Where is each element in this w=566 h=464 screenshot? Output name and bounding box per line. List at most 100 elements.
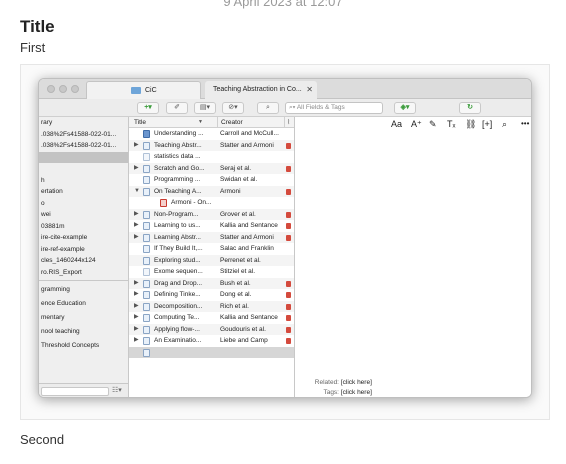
item-row[interactable]: ▶ Applying flow-... Goudouris et al. <box>129 323 294 336</box>
collection-item[interactable]: ire-cite-example <box>39 232 128 244</box>
window-minimize-dot[interactable] <box>59 85 67 93</box>
expand-chevron-icon[interactable]: ▶ <box>134 232 139 244</box>
item-row[interactable]: statistics data ... <box>129 151 294 163</box>
note-second-line[interactable]: Second <box>20 432 64 447</box>
item-creator: Kallia and Sentance <box>220 314 278 321</box>
pdf-attachment-icon[interactable] <box>286 280 291 287</box>
pdf-attachment-icon[interactable] <box>286 211 291 218</box>
pdf-attachment-icon[interactable] <box>286 303 291 310</box>
expand-chevron-icon[interactable]: ▶ <box>134 324 139 336</box>
new-item-button[interactable]: +▾ <box>137 102 159 114</box>
expand-chevron-icon[interactable]: ▶ <box>134 312 139 324</box>
locate-button[interactable]: ⌕ <box>257 102 279 114</box>
collection-item[interactable]: 03881m <box>39 221 128 233</box>
collection-item[interactable] <box>39 151 128 163</box>
locate-menu-button[interactable]: ◈▾ <box>394 102 416 114</box>
collection-item[interactable]: ro.RIS_Export <box>39 267 128 279</box>
window-close-dot[interactable] <box>47 85 55 93</box>
text-size-icon[interactable]: A⁺ <box>411 119 422 130</box>
expand-chevron-icon[interactable]: ▶ <box>134 335 139 347</box>
item-row[interactable]: ▶ Scratch and Go... Seraj et al. <box>129 162 294 175</box>
item-row[interactable]: ▶ Computing Te... Kallia and Sentance <box>129 312 294 324</box>
item-row[interactable]: ▶ Non-Program... Grover et al. <box>129 208 294 221</box>
item-row[interactable]: ▶ Learning to us... Kallia and Sentance <box>129 220 294 232</box>
tags-link[interactable]: [click here] <box>341 389 372 396</box>
attachment-row[interactable]: Armoni - On... <box>129 197 294 209</box>
tab-library[interactable]: CiC <box>86 81 201 99</box>
item-row[interactable]: ▼ On Teaching A... Armoni <box>129 185 294 198</box>
column-header-title[interactable]: Title <box>134 117 146 128</box>
item-row[interactable]: Exploring stud... Perrenet et al. <box>129 254 294 266</box>
pdf-attachment-icon[interactable] <box>286 292 291 298</box>
pdf-attachment-icon[interactable] <box>286 165 291 172</box>
citation-icon[interactable]: [+] <box>482 119 492 129</box>
paperclip-icon[interactable]: ⌇ <box>284 117 290 128</box>
pdf-attachment-icon[interactable] <box>286 234 291 241</box>
expand-chevron-icon[interactable]: ▶ <box>134 209 139 221</box>
sort-descending-icon: ▼ <box>198 119 203 125</box>
expand-chevron-icon[interactable]: ▶ <box>134 278 139 290</box>
pdf-attachment-icon[interactable] <box>286 315 291 321</box>
expand-chevron-icon[interactable]: ▶ <box>134 140 139 152</box>
pdf-attachment-icon[interactable] <box>286 223 291 229</box>
link-icon[interactable]: ⛓ <box>465 119 476 130</box>
item-row[interactable]: Exome sequen... Stitziel et al. <box>129 266 294 278</box>
more-options-icon[interactable]: ••• <box>521 119 529 128</box>
column-header-creator[interactable]: Creator <box>217 117 283 128</box>
pdf-attachment-icon[interactable] <box>286 188 291 195</box>
add-by-identifier-button[interactable]: ✐ <box>166 102 188 114</box>
item-row[interactable]: ▶ Learning Abstr... Statter and Armoni <box>129 231 294 244</box>
tag-item[interactable]: mentary <box>39 311 128 325</box>
font-icon[interactable]: Aa <box>391 119 402 129</box>
sync-button[interactable]: ↻ <box>459 102 481 114</box>
close-icon[interactable]: ✕ <box>306 81 313 99</box>
pdf-attachment-icon[interactable] <box>286 326 291 333</box>
pdf-attachment-icon[interactable] <box>286 338 291 344</box>
item-row[interactable]: ▶ Decomposition... Rich et al. <box>129 300 294 313</box>
window-zoom-dot[interactable] <box>71 85 79 93</box>
collection-item[interactable]: rary <box>39 117 128 129</box>
collection-item[interactable]: ire-ref-example <box>39 244 128 256</box>
clear-format-icon[interactable]: Tₓ <box>447 119 455 129</box>
find-icon[interactable]: ⌕ <box>502 119 507 130</box>
journal-article-icon <box>143 348 150 357</box>
item-row[interactable]: Programming ... Swidan et al. <box>129 174 294 186</box>
collection-item[interactable]: wei <box>39 209 128 221</box>
tag-item[interactable]: Threshold Concepts <box>39 339 128 353</box>
item-title: Applying flow-... <box>154 325 200 333</box>
collection-item[interactable]: .038%2Fs41588-022-01... <box>39 140 128 152</box>
note-first-line[interactable]: First <box>20 40 45 55</box>
collection-item[interactable]: o <box>39 198 128 210</box>
collection-item[interactable] <box>39 163 128 175</box>
highlight-icon[interactable]: ✎ <box>429 119 437 130</box>
new-note-button[interactable]: ▤▾ <box>194 102 216 114</box>
pdf-attachment-icon[interactable] <box>286 142 291 149</box>
item-row[interactable] <box>129 346 294 358</box>
collapse-chevron-icon[interactable]: ▼ <box>134 186 140 198</box>
tab-document[interactable]: Teaching Abstraction in Co... ✕ <box>205 81 317 99</box>
item-row[interactable]: ▶ Defining Tinke... Dong et al. <box>129 289 294 301</box>
tag-actions-icon[interactable]: ☷▾ <box>112 386 122 394</box>
collection-item[interactable]: .038%2Fs41588-022-01... <box>39 129 128 141</box>
tag-item[interactable]: gramming <box>39 283 128 297</box>
collection-item[interactable]: h <box>39 175 128 187</box>
tag-item[interactable]: nool teaching <box>39 325 128 339</box>
item-row[interactable]: If They Build It,... Salac and Franklin <box>129 243 294 255</box>
expand-chevron-icon[interactable]: ▶ <box>134 220 139 232</box>
item-row[interactable]: ▶ Drag and Drop... Bush et al. <box>129 277 294 290</box>
note-title[interactable]: Title <box>20 17 55 37</box>
tag-item[interactable]: ence Education <box>39 297 128 311</box>
item-row[interactable]: ▶ An Examinatio... Liebe and Camp <box>129 335 294 347</box>
collection-item[interactable]: cles_1460244x124 <box>39 255 128 267</box>
item-row[interactable]: Understanding ... Carroll and McCull... <box>129 128 294 140</box>
related-link[interactable]: [click here] <box>341 379 372 386</box>
add-attachment-button[interactable]: ⊘▾ <box>222 102 244 114</box>
expand-chevron-icon[interactable]: ▶ <box>134 289 139 301</box>
collection-item[interactable]: ertation <box>39 186 128 198</box>
search-input[interactable]: ⌕▾ All Fields & Tags <box>285 102 383 114</box>
tag-filter-input[interactable] <box>41 387 109 396</box>
expand-chevron-icon[interactable]: ▶ <box>134 301 139 313</box>
expand-chevron-icon[interactable]: ▶ <box>134 163 139 175</box>
item-row[interactable]: ▶ Teaching Abstr... Statter and Armoni <box>129 139 294 152</box>
item-creator: Stitziel et al. <box>220 268 256 275</box>
